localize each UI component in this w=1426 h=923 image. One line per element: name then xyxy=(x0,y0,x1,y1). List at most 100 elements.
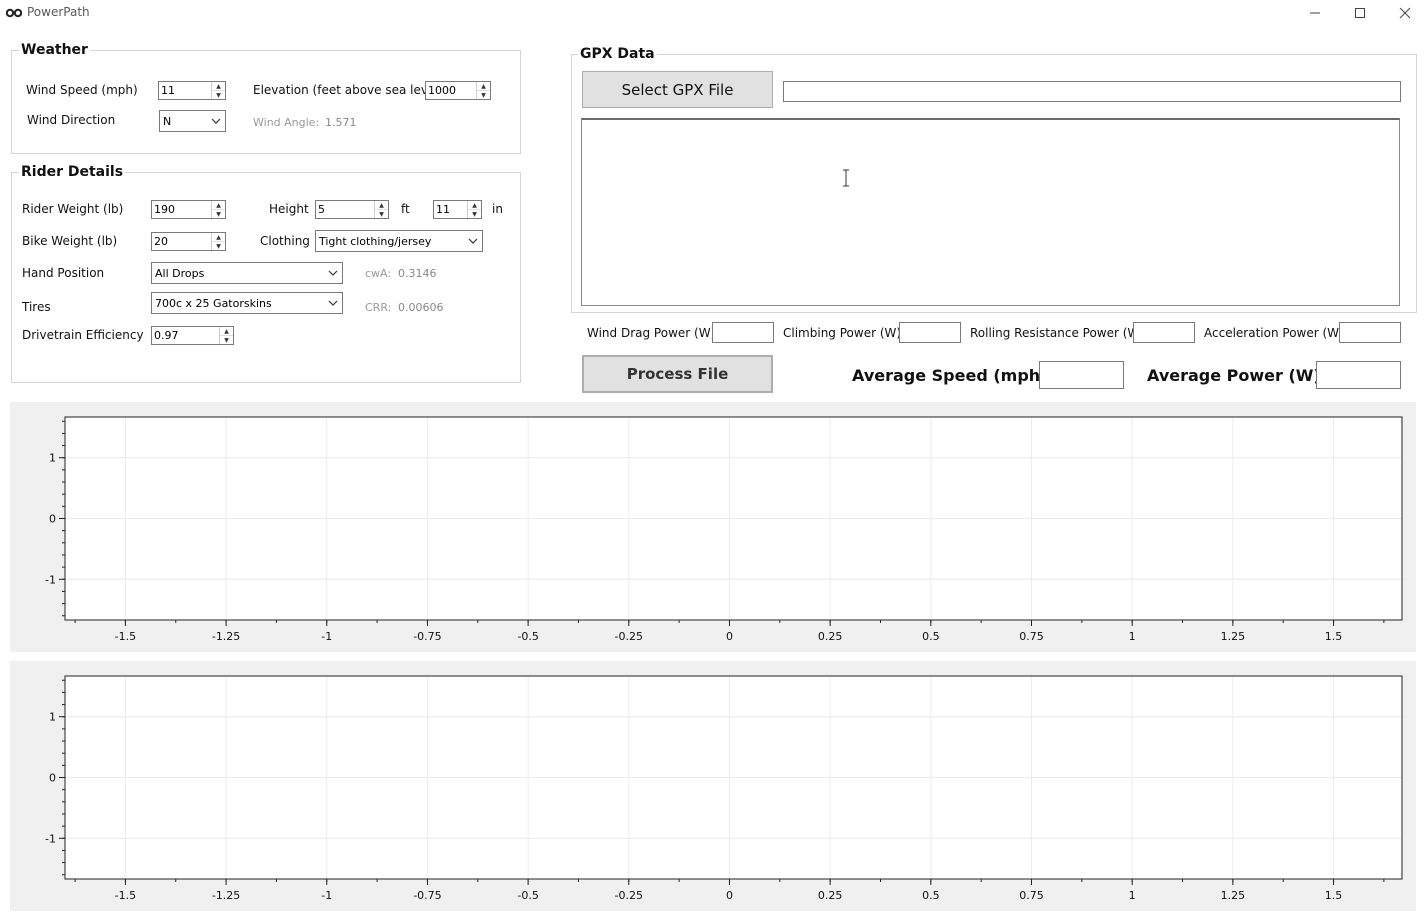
hand-position-label: Hand Position xyxy=(22,266,105,280)
spin-up-icon[interactable]: ▲ xyxy=(220,327,233,336)
x-tick-label: 0 xyxy=(726,630,733,643)
bike-weight-label: Bike Weight (lb) xyxy=(22,234,118,248)
rider-weight-stepper[interactable]: 190 ▲ ▼ xyxy=(151,200,226,219)
clothing-select[interactable]: Tight clothing/jersey xyxy=(315,230,483,252)
wind-speed-label: Wind Speed (mph) xyxy=(26,83,138,97)
wind-direction-label: Wind Direction xyxy=(27,113,116,127)
drivetrain-stepper[interactable]: 0.97 ▲ ▼ xyxy=(151,326,234,345)
x-tick-label: -1.5 xyxy=(115,889,136,902)
height-in-stepper[interactable]: 11 ▲ ▼ xyxy=(433,200,482,219)
maximize-icon xyxy=(1355,8,1365,18)
x-tick-label: 1 xyxy=(1129,889,1136,902)
tires-select[interactable]: 700c x 25 Gatorskins xyxy=(151,292,343,314)
process-file-button[interactable]: Process File xyxy=(582,355,773,393)
average-speed-label: Average Speed (mph) xyxy=(852,366,1048,385)
elevation-label: Elevation (feet above sea level) xyxy=(253,83,444,97)
x-tick-label: -1 xyxy=(321,630,332,643)
climbing-power-field[interactable] xyxy=(899,322,961,343)
drivetrain-value: 0.97 xyxy=(154,329,179,342)
hand-position-value: All Drops xyxy=(155,266,205,280)
spin-down-icon[interactable]: ▼ xyxy=(212,242,225,250)
height-label: Height xyxy=(269,202,309,216)
chart-bottom[interactable]: -1.5 -1.25 -1 -0.75 -0.5 -0.25 0 0.25 0.5 0.75 1 1.… xyxy=(10,661,1416,911)
x-tick-label: -1.25 xyxy=(212,630,240,643)
x-tick-label: -0.75 xyxy=(413,889,441,902)
spin-up-icon[interactable]: ▲ xyxy=(375,201,388,210)
x-tick-label: 0.25 xyxy=(818,889,843,902)
cwa-label: cwA: xyxy=(365,267,392,280)
y-tick-label: 1 xyxy=(49,452,56,465)
ft-unit-label: ft xyxy=(401,202,410,216)
text-cursor-icon xyxy=(843,169,849,187)
cwa-value: 0.3146 xyxy=(398,267,437,280)
close-button[interactable] xyxy=(1382,0,1426,26)
x-tick-label: 0.75 xyxy=(1019,630,1044,643)
chart-top[interactable]: -1.5 -1.25 -1 -0.75 -0.5 -0.25 0 0.25 0.5 0.75 1 1.… xyxy=(10,402,1416,652)
x-tick-label: 0 xyxy=(726,889,733,902)
x-tick-label: 1 xyxy=(1129,630,1136,643)
wind-drag-power-field[interactable] xyxy=(712,322,774,343)
x-tick-label: -0.25 xyxy=(615,889,643,902)
y-tick-label: -1 xyxy=(45,832,56,845)
x-tick-label: 1.5 xyxy=(1325,889,1343,902)
spin-up-icon[interactable]: ▲ xyxy=(468,201,481,210)
spin-down-icon[interactable]: ▼ xyxy=(220,336,233,344)
spin-down-icon[interactable]: ▼ xyxy=(477,91,490,99)
elevation-value: 1000 xyxy=(428,84,456,97)
x-tick-label: 0.5 xyxy=(922,889,940,902)
hand-position-select[interactable]: All Drops xyxy=(151,262,343,284)
elevation-stepper[interactable]: 1000 ▲ ▼ xyxy=(425,81,491,100)
maximize-button[interactable] xyxy=(1337,0,1383,26)
average-power-field[interactable] xyxy=(1316,361,1401,389)
spin-down-icon[interactable]: ▼ xyxy=(375,210,388,218)
close-icon xyxy=(1399,7,1411,19)
average-power-label: Average Power (W) xyxy=(1147,366,1321,385)
spin-down-icon[interactable]: ▼ xyxy=(468,210,481,218)
spin-up-icon[interactable]: ▲ xyxy=(212,233,225,242)
x-tick-label: 1.5 xyxy=(1325,630,1343,643)
crr-value: 0.00606 xyxy=(398,301,444,314)
gpx-file-path-input[interactable] xyxy=(783,81,1401,102)
rolling-resistance-power-label: Rolling Resistance Power (W) xyxy=(970,326,1144,340)
select-gpx-file-button[interactable]: Select GPX File xyxy=(582,71,773,108)
rolling-resistance-power-field[interactable] xyxy=(1133,322,1195,343)
wind-speed-stepper[interactable]: 11 ▲ ▼ xyxy=(158,81,226,100)
y-tick-label: 0 xyxy=(49,513,56,526)
height-ft-stepper[interactable]: 5 ▲ ▼ xyxy=(315,200,389,219)
tires-label: Tires xyxy=(22,300,51,314)
chevron-down-icon xyxy=(324,270,342,276)
rider-details-title: Rider Details xyxy=(19,164,126,180)
x-tick-label: -1 xyxy=(321,889,332,902)
wind-direction-value: N xyxy=(163,114,172,128)
gpx-content-textarea[interactable] xyxy=(581,118,1400,306)
tires-value: 700c x 25 Gatorskins xyxy=(155,296,272,310)
bike-weight-value: 20 xyxy=(154,235,168,248)
rider-weight-label: Rider Weight (lb) xyxy=(22,202,124,216)
spin-up-icon[interactable]: ▲ xyxy=(477,82,490,91)
clothing-value: Tight clothing/jersey xyxy=(319,234,432,248)
x-tick-label: -1.5 xyxy=(115,630,136,643)
minimize-button[interactable] xyxy=(1292,0,1338,26)
x-tick-label: 1.25 xyxy=(1221,889,1246,902)
wind-direction-select[interactable]: N xyxy=(159,110,226,132)
x-tick-label: -0.5 xyxy=(517,630,538,643)
acceleration-power-field[interactable] xyxy=(1339,322,1401,343)
bike-weight-stepper[interactable]: 20 ▲ ▼ xyxy=(151,232,226,251)
chevron-down-icon xyxy=(464,238,482,244)
x-tick-label: 1.25 xyxy=(1221,630,1246,643)
chevron-down-icon xyxy=(207,118,225,124)
app-logo-icon xyxy=(6,8,22,18)
spin-up-icon[interactable]: ▲ xyxy=(212,82,225,91)
x-tick-label: -0.25 xyxy=(615,630,643,643)
spin-up-icon[interactable]: ▲ xyxy=(212,201,225,210)
weather-group xyxy=(11,50,521,154)
weather-group-title: Weather xyxy=(19,42,90,58)
drivetrain-label: Drivetrain Efficiency xyxy=(22,328,144,342)
spin-down-icon[interactable]: ▼ xyxy=(212,210,225,218)
x-tick-label: 0.75 xyxy=(1019,889,1044,902)
title-bar[interactable]: PowerPath xyxy=(0,0,1426,26)
climbing-power-label: Climbing Power (W) xyxy=(783,326,902,340)
spin-down-icon[interactable]: ▼ xyxy=(212,91,225,99)
x-tick-label: -1.25 xyxy=(212,889,240,902)
average-speed-field[interactable] xyxy=(1039,361,1124,389)
